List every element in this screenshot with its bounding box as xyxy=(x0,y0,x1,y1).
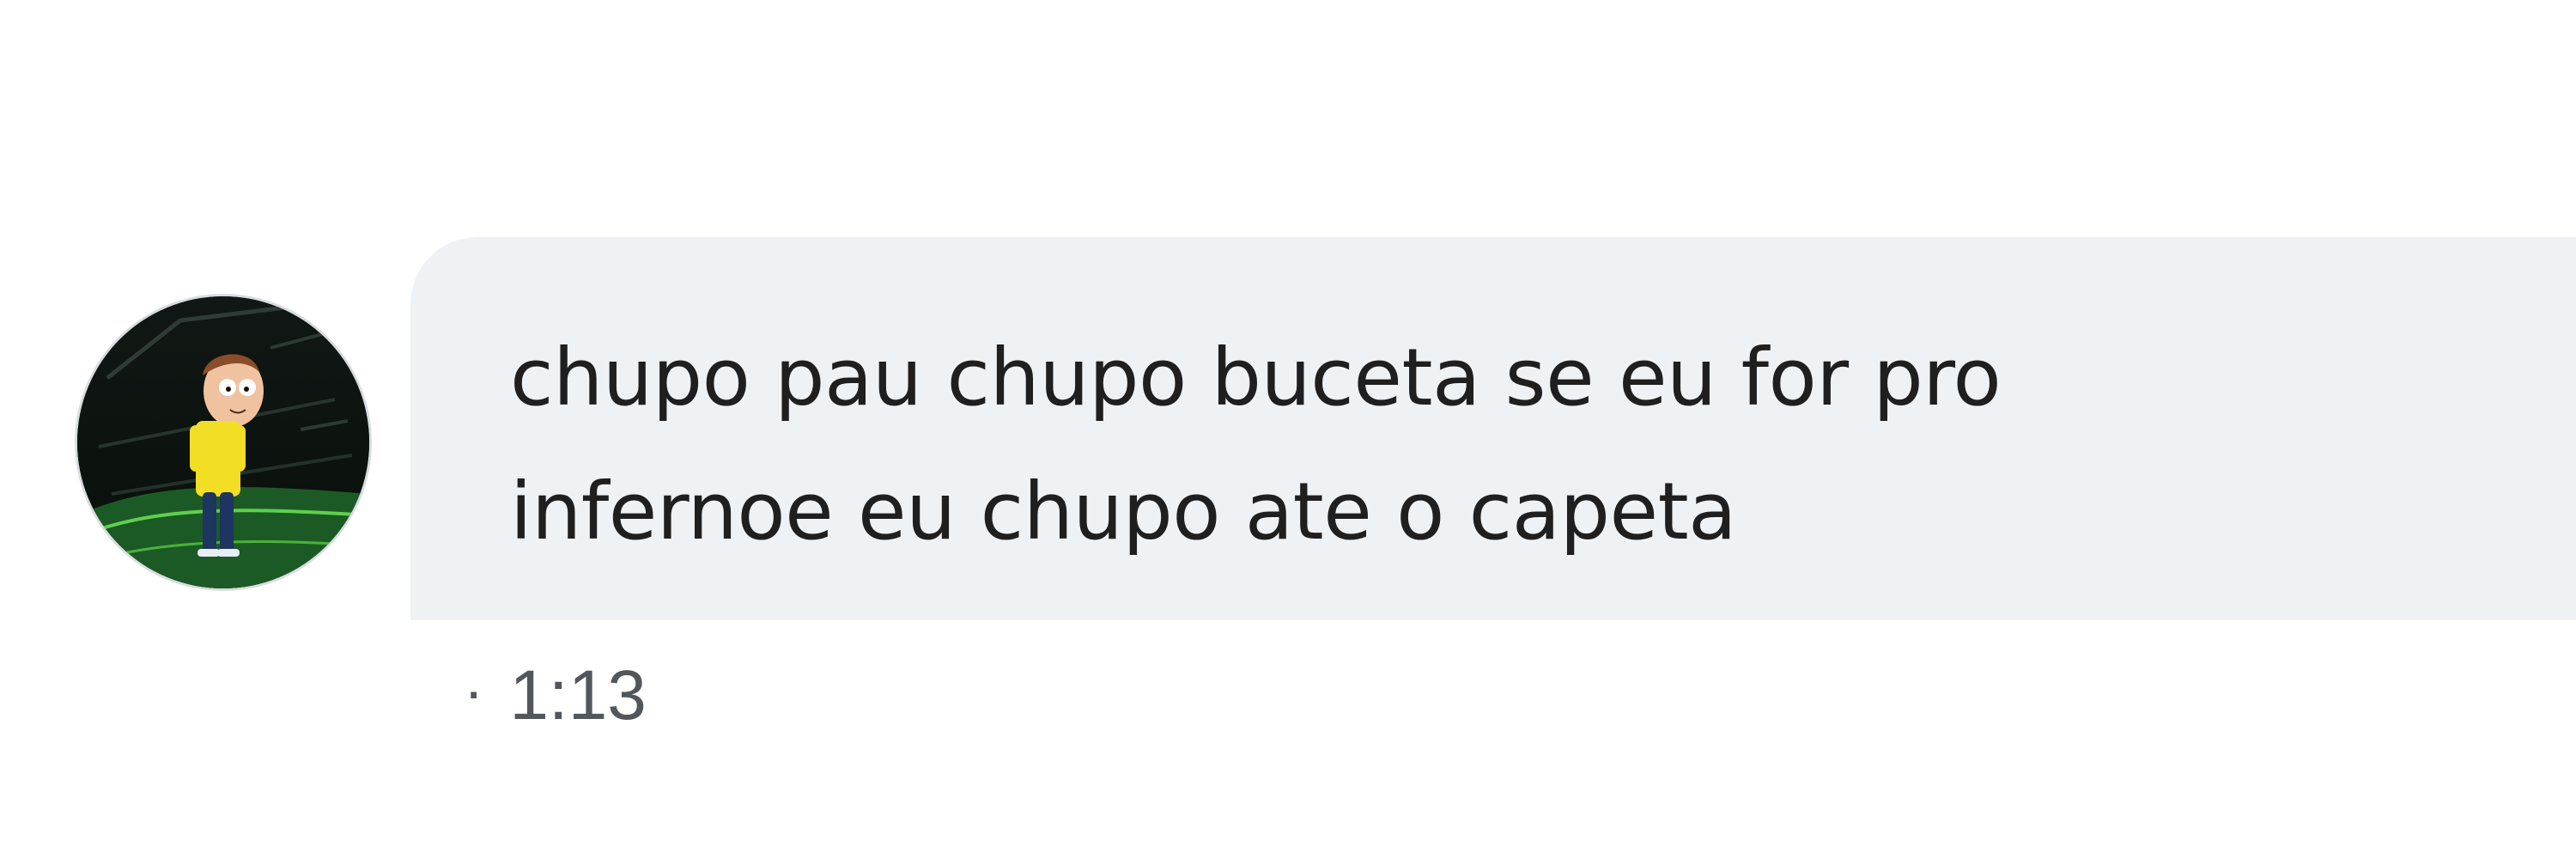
character-avatar-icon xyxy=(77,296,369,588)
avatar[interactable] xyxy=(77,296,369,588)
message-bubble[interactable]: chupo pau chupo buceta se eu for pro inf… xyxy=(410,237,2576,620)
message-text: chupo pau chupo buceta se eu for pro inf… xyxy=(510,332,2002,557)
timestamp-separator: · xyxy=(464,657,484,724)
message-meta: · 1:13 xyxy=(464,653,647,739)
message-row: chupo pau chupo buceta se eu for pro inf… xyxy=(0,0,2576,859)
chat-canvas: chupo pau chupo buceta se eu for pro inf… xyxy=(0,0,2576,859)
message-timestamp: 1:13 xyxy=(509,656,647,734)
